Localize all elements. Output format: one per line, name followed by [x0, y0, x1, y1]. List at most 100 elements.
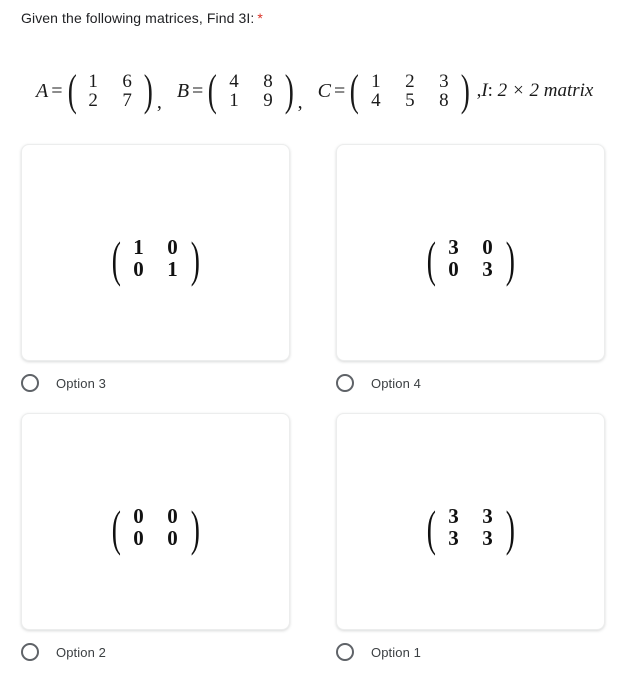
table-row: 0 1	[122, 256, 190, 281]
left-paren-icon: (	[111, 230, 121, 287]
page-title: Given the following matrices, Find 3I: *	[21, 8, 263, 28]
option-label-row-top: Option 3 Option 4	[0, 361, 630, 403]
option-label-row-bottom: Option 2 Option 1	[0, 630, 630, 672]
option-matrix-2: ( 0 0 0 0 )	[108, 499, 203, 556]
table-row: 2 7	[76, 90, 144, 111]
option-item-3[interactable]: ( 1 0 0 1 )	[0, 144, 315, 361]
matrix-cell: 0	[133, 503, 144, 528]
table-row: 0 0	[122, 525, 190, 550]
matrix-cell: 3	[448, 525, 459, 550]
matrix-b-body: ( 4 8 1 9 )	[205, 66, 296, 116]
matrix-cell: 5	[405, 90, 415, 111]
right-paren-icon: )	[143, 66, 154, 116]
radio-button-icon[interactable]	[21, 643, 39, 661]
right-paren-icon: )	[284, 66, 294, 116]
matrix-b-label: B	[176, 79, 190, 102]
matrix-cell: 4	[371, 90, 381, 111]
option-item-2[interactable]: ( 0 0 0 0 )	[0, 413, 315, 630]
matrix-cell: 8	[439, 90, 449, 111]
left-paren-icon: (	[426, 230, 436, 287]
radio-option-4[interactable]: Option 4	[315, 363, 630, 403]
matrix-c-equals: =	[333, 79, 346, 102]
option-image-card-1[interactable]: ( 3 3 3 3 )	[336, 413, 605, 630]
option-item-1[interactable]: ( 3 3 3 3 )	[315, 413, 630, 630]
matrix-c-label: C	[317, 79, 331, 102]
matrix-cell: 3	[482, 525, 493, 550]
left-paren-icon: (	[208, 66, 218, 116]
option-image-card-4[interactable]: ( 3 0 0 3 )	[336, 144, 605, 361]
radio-button-icon[interactable]	[336, 643, 354, 661]
right-paren-icon: )	[460, 66, 470, 116]
matrix-cell: 8	[263, 70, 273, 92]
matrix-cell: 0	[482, 234, 493, 259]
matrix-cell: 7	[122, 90, 132, 111]
table-row: 1 2 3	[359, 70, 461, 92]
option-matrix-3: ( 1 0 0 1 )	[108, 230, 203, 287]
table-row: 0 3	[437, 256, 505, 281]
radio-option-3[interactable]: Option 3	[0, 363, 315, 403]
option-matrix-4: ( 3 0 0 3 )	[423, 230, 518, 287]
option-row-bottom: ( 0 0 0 0 ) (3 3 3 3)	[0, 413, 630, 630]
matrix-cell: 3	[448, 503, 459, 528]
radio-option-2[interactable]: Option 2	[0, 632, 315, 672]
matrix-cell: 1	[88, 70, 98, 92]
matrix-c: C = ( 1 2 3 4 5 8 )	[317, 66, 473, 116]
matrix-cell: 2	[88, 90, 98, 111]
option-label-4: Option 4	[371, 375, 421, 391]
options-grid: ( 1 0 0 1 ) (3 0 0 3) Option 3 Option …	[0, 144, 630, 672]
matrix-a-equals: =	[51, 79, 63, 102]
matrix-cell: 0	[133, 525, 144, 550]
matrix-cell: 1	[167, 256, 178, 281]
table-row: 1 9	[217, 90, 285, 111]
matrix-cell: 1	[371, 70, 381, 92]
matrix-cell: 2	[405, 70, 415, 92]
table-row: 4 8	[217, 70, 285, 92]
identity-description: 2 × 2 matrix	[497, 80, 594, 101]
option-image-card-3[interactable]: ( 1 0 0 1 )	[21, 144, 290, 361]
left-paren-icon: (	[350, 66, 360, 116]
option-label-2: Option 2	[56, 644, 106, 660]
matrix-cell: 0	[448, 256, 459, 281]
matrix-a-body: ( 1 6 2 7 )	[65, 66, 156, 116]
table-row: 1 6	[76, 70, 144, 92]
matrix-b-separator: ,	[297, 91, 303, 114]
radio-button-icon[interactable]	[21, 374, 39, 392]
matrix-cell: 0	[167, 234, 178, 259]
table-row: 3 3	[437, 503, 505, 528]
table-row: 1 0	[122, 234, 190, 259]
table-row: 0 0	[122, 503, 190, 528]
matrix-c-body: ( 1 2 3 4 5 8 )	[347, 66, 472, 116]
right-paren-icon: )	[505, 499, 515, 556]
left-paren-icon: (	[111, 499, 121, 556]
matrix-cell: 3	[482, 503, 493, 528]
option-item-4[interactable]: ( 3 0 0 3 )	[315, 144, 630, 361]
matrix-cell: 0	[167, 525, 178, 550]
matrix-b: B = ( 4 8 1 9 ) ,	[176, 66, 310, 116]
table-row: 4 5 8	[359, 90, 461, 111]
matrix-cell: 0	[167, 503, 178, 528]
left-paren-icon: (	[426, 499, 436, 556]
option-image-card-2[interactable]: ( 0 0 0 0 )	[21, 413, 290, 630]
radio-button-icon[interactable]	[336, 374, 354, 392]
right-paren-icon: )	[190, 499, 200, 556]
matrix-cell: 1	[229, 90, 239, 111]
matrix-cell: 3	[448, 234, 459, 259]
identity-note: ,I: 2 × 2 matrix	[473, 80, 594, 102]
right-paren-icon: )	[505, 230, 515, 287]
left-paren-icon: (	[67, 66, 77, 116]
matrix-cell: 6	[122, 70, 132, 92]
option-label-1: Option 1	[371, 644, 421, 660]
matrix-cell: 9	[263, 90, 273, 111]
matrix-cell: 3	[439, 70, 449, 92]
multiple-choice-question: Given the following matrices, Find 3I: * …	[0, 0, 630, 694]
radio-option-1[interactable]: Option 1	[315, 632, 630, 672]
option-label-3: Option 3	[56, 375, 106, 391]
matrices-statement: A = ( 1 6 2 7 ) , B = (4 8 1 9) , C = …	[36, 62, 630, 120]
table-row: 3 3	[437, 525, 505, 550]
matrix-a: A = ( 1 6 2 7 ) ,	[36, 66, 169, 116]
option-matrix-1: ( 3 3 3 3 )	[423, 499, 518, 556]
option-row-top: ( 1 0 0 1 ) (3 0 0 3)	[0, 144, 630, 361]
matrix-cell: 3	[482, 256, 493, 281]
matrix-cell: 4	[229, 70, 239, 92]
right-paren-icon: )	[190, 230, 200, 287]
